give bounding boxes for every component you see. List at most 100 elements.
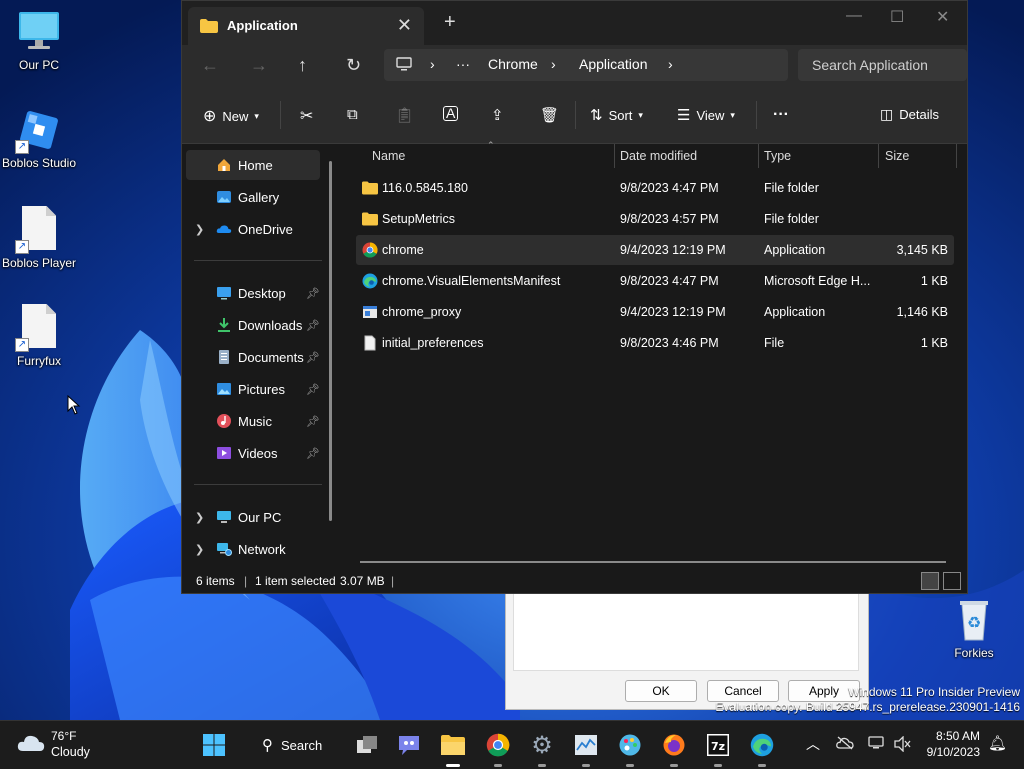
address-bar[interactable]: › ··· Chrome › Application › — [384, 49, 788, 81]
details-button[interactable]: ◫ Details — [880, 106, 939, 123]
firefox-taskbar-button[interactable] — [658, 729, 690, 767]
column-header-type[interactable]: Type — [764, 144, 791, 168]
tiles-view-icon[interactable] — [943, 572, 961, 590]
nav-label: Documents — [238, 349, 304, 365]
notification-bell-icon[interactable]: 🔔︎ — [988, 734, 1007, 752]
nav-item-documents[interactable]: Documents 📌︎ — [186, 342, 320, 372]
search-placeholder: Search Application — [812, 57, 928, 73]
clock-time[interactable]: 8:50 AM — [936, 729, 980, 743]
nav-item-downloads[interactable]: Downloads 📌︎ — [186, 310, 320, 340]
chevron-right-icon: › — [668, 56, 673, 72]
edge-taskbar-button[interactable] — [746, 729, 778, 767]
clock-date[interactable]: 9/10/2023 — [927, 745, 980, 759]
file-type: Application — [764, 243, 826, 257]
cut-button[interactable]: ✂ — [300, 106, 313, 126]
pin-icon[interactable]: 📌︎ — [306, 383, 320, 396]
breadcrumb-overflow[interactable]: ··· — [456, 56, 470, 72]
desktop-icon-our-pc[interactable]: Our PC — [0, 8, 78, 72]
nav-scrollbar[interactable] — [329, 161, 332, 521]
file-size: 1 KB — [920, 274, 948, 288]
nav-item-network[interactable]: ❯ Network — [186, 534, 320, 564]
nav-item-gallery[interactable]: Gallery — [186, 182, 320, 212]
chevron-right-icon[interactable]: ❯ — [195, 511, 204, 524]
nav-item-onedrive[interactable]: ❯ OneDrive — [186, 214, 320, 244]
new-button[interactable]: ⊕ New ▾ — [203, 106, 259, 126]
pin-icon[interactable]: 📌︎ — [306, 415, 320, 428]
settings-taskbar-button[interactable]: ⚙ — [526, 729, 558, 767]
desktop-icon-label: Forkies — [954, 646, 994, 660]
file-row[interactable]: chrome.VisualElementsManifest 9/8/2023 4… — [356, 266, 954, 296]
chevron-right-icon[interactable]: ❯ — [195, 223, 204, 236]
sort-button[interactable]: ⇅ Sort ▾ — [590, 106, 643, 124]
back-arrow-icon[interactable]: ← — [201, 55, 219, 76]
nav-item-pictures[interactable]: Pictures 📌︎ — [186, 374, 320, 404]
weather-condition[interactable]: Cloudy — [51, 745, 90, 759]
search-box[interactable]: Search Application — [798, 49, 967, 81]
nav-item-music[interactable]: Music 📌︎ — [186, 406, 320, 436]
column-header-date[interactable]: Date modified — [620, 144, 697, 168]
chevron-right-icon[interactable]: ❯ — [195, 543, 204, 556]
rename-button[interactable]: A — [443, 106, 459, 121]
task-manager-taskbar-button[interactable] — [570, 729, 602, 767]
close-window-icon[interactable]: ✕ — [936, 7, 949, 27]
delete-button[interactable]: 🗑︎ — [540, 106, 559, 124]
videos-icon — [217, 447, 231, 459]
show-hidden-icons-chevron-icon[interactable]: ︿ — [806, 734, 820, 754]
pin-icon[interactable]: 📌︎ — [306, 287, 320, 300]
app-window-icon — [363, 306, 377, 318]
desktop-icon-furryfux[interactable]: ↗ Furryfux — [0, 302, 78, 368]
onedrive-offline-icon[interactable] — [836, 736, 854, 750]
breadcrumb-chrome[interactable]: Chrome — [488, 56, 538, 72]
share-button[interactable]: ⇪ — [491, 106, 504, 124]
nav-item-videos[interactable]: Videos 📌︎ — [186, 438, 320, 468]
maximize-icon[interactable]: ☐ — [890, 7, 904, 27]
new-tab-icon[interactable]: + — [444, 11, 456, 34]
start-button[interactable] — [198, 729, 230, 761]
pin-icon[interactable]: 📌︎ — [306, 351, 320, 364]
column-header-size[interactable]: Size — [885, 144, 909, 168]
close-tab-icon[interactable]: ✕ — [397, 15, 412, 36]
ok-button[interactable]: OK — [625, 680, 697, 702]
tab-application[interactable]: Application ✕ — [188, 7, 424, 45]
file-row[interactable]: initial_preferences 9/8/2023 4:46 PM Fil… — [356, 328, 954, 358]
file-name: chrome.VisualElementsManifest — [382, 274, 561, 288]
file-list: Name ⌃ Date modified Type Size 116.0.584… — [342, 140, 967, 564]
taskbar-search-button[interactable]: ⚲ Search — [252, 729, 340, 761]
paint-taskbar-button[interactable] — [614, 729, 646, 767]
task-view-button[interactable] — [351, 729, 383, 761]
details-view-icon[interactable] — [921, 572, 939, 590]
network-monitor-icon[interactable] — [868, 736, 886, 750]
file-row-selected[interactable]: chrome 9/4/2023 12:19 PM Application 3,1… — [356, 235, 954, 265]
file-row[interactable]: SetupMetrics 9/8/2023 4:57 PM File folde… — [356, 204, 954, 234]
breadcrumb-application[interactable]: Application — [579, 56, 648, 72]
up-arrow-icon[interactable]: ↑ — [298, 55, 307, 76]
file-row[interactable]: 116.0.5845.180 9/8/2023 4:47 PM File fol… — [356, 173, 954, 203]
nav-item-our-pc[interactable]: ❯ Our PC — [186, 502, 320, 532]
pin-icon[interactable]: 📌︎ — [306, 319, 320, 332]
7zip-taskbar-button[interactable]: 7z — [702, 729, 734, 767]
desktop-icon-boblos-studio[interactable]: ↗ Boblos Studio — [0, 106, 78, 170]
file-row[interactable]: chrome_proxy 9/4/2023 12:19 PM Applicati… — [356, 297, 954, 327]
speaker-muted-icon[interactable] — [894, 736, 912, 752]
teams-chat-button[interactable] — [393, 729, 425, 761]
pin-icon[interactable]: 📌︎ — [306, 447, 320, 460]
refresh-icon[interactable]: ↻ — [346, 55, 361, 76]
minimize-icon[interactable]: — — [846, 7, 862, 25]
see-more-button[interactable]: ··· — [773, 106, 789, 124]
status-bar: 6 items | 1 item selected 3.07 MB | — [182, 567, 967, 593]
desktop-icon-boblos-player[interactable]: ↗ Boblos Player — [0, 204, 78, 270]
nav-item-home[interactable]: Home — [186, 150, 320, 180]
weather-temperature[interactable]: 76°F — [51, 729, 76, 743]
file-explorer-taskbar-button[interactable] — [437, 729, 469, 767]
folder-icon — [200, 19, 218, 33]
paste-button[interactable]: 📋︎ — [395, 106, 414, 124]
horizontal-scrollbar[interactable] — [360, 561, 946, 563]
view-button[interactable]: ☰ View ▾ — [677, 106, 735, 124]
copy-button[interactable]: ⧉ — [347, 106, 358, 123]
desktop-icon-forkies[interactable]: ♻ Forkies — [935, 596, 1013, 660]
nav-item-desktop[interactable]: Desktop 📌︎ — [186, 278, 320, 308]
chrome-taskbar-button[interactable] — [482, 729, 514, 767]
column-header-name[interactable]: Name — [372, 144, 405, 168]
forward-arrow-icon[interactable]: → — [250, 55, 268, 76]
chevron-down-icon: ▾ — [254, 110, 259, 121]
